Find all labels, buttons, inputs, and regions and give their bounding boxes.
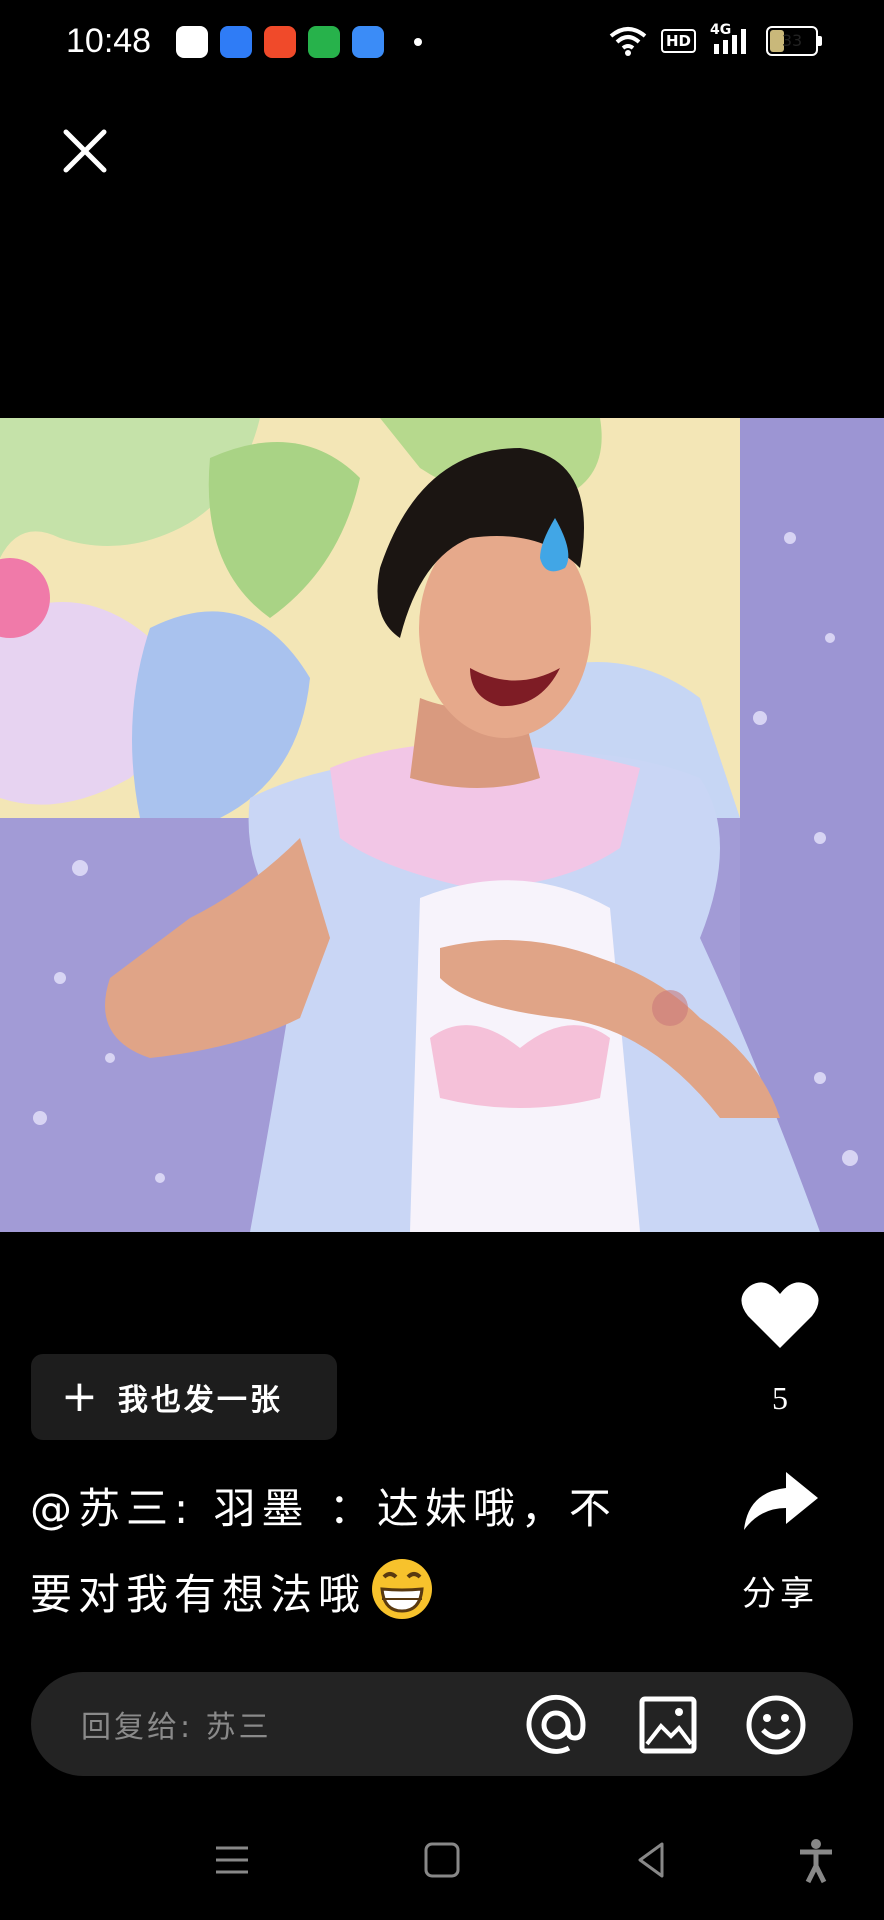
status-time: 10:48 — [66, 22, 152, 60]
home-icon[interactable] — [418, 1836, 466, 1884]
baidu-app-icon — [176, 26, 208, 58]
smiley-icon[interactable] — [745, 1694, 807, 1756]
grinning-emoji-icon — [372, 1559, 433, 1619]
caption-line-2-text: 要对我有想法哦 — [30, 1570, 367, 1619]
battery-icon: 33 — [766, 26, 822, 56]
hd-badge: HD — [660, 29, 696, 53]
close-icon[interactable] — [62, 128, 108, 174]
reply-input[interactable]: 回复给: 苏三 — [81, 1702, 272, 1746]
share-label: 分享 — [742, 1574, 818, 1614]
post-one-too-button[interactable]: + 我也发一张 — [31, 1354, 337, 1440]
accessibility-icon[interactable] — [792, 1836, 840, 1884]
video-app-icon — [264, 26, 296, 58]
image-icon[interactable] — [637, 1694, 699, 1756]
share-arrow-icon[interactable] — [740, 1468, 820, 1534]
post-caption: @苏三: 羽墨 ：达妹哦，不 要对我有想法哦 — [30, 1466, 630, 1638]
like-count: 5 — [772, 1380, 788, 1416]
plus-icon: + — [61, 1371, 98, 1422]
battery-level: 33 — [781, 31, 803, 50]
wifi-icon — [609, 27, 647, 56]
status-bar: 10:48 HD 4G 33 — [0, 0, 884, 90]
cell-signal-icon: 4G — [710, 22, 752, 56]
at-icon[interactable] — [525, 1694, 587, 1756]
more-notifications-dot — [414, 38, 422, 46]
browser-app-icon — [352, 26, 384, 58]
heart-icon[interactable] — [740, 1278, 820, 1350]
system-indicators: HD 4G 33 — [609, 22, 822, 56]
files-app-icon — [220, 26, 252, 58]
notification-app-icons — [176, 26, 422, 58]
reply-bar: 回复给: 苏三 — [31, 1672, 853, 1776]
caption-line-1: @苏三: 羽墨 ：达妹哦，不 — [30, 1484, 617, 1533]
system-nav-bar — [0, 1820, 884, 1900]
post-photo[interactable] — [0, 418, 884, 1232]
menu-icon[interactable] — [208, 1836, 256, 1884]
post-button-label: 我也发一张 — [117, 1383, 283, 1418]
calculator-app-icon — [308, 26, 340, 58]
back-icon[interactable] — [628, 1836, 676, 1884]
caption-line-2: 要对我有想法哦 — [30, 1552, 630, 1638]
